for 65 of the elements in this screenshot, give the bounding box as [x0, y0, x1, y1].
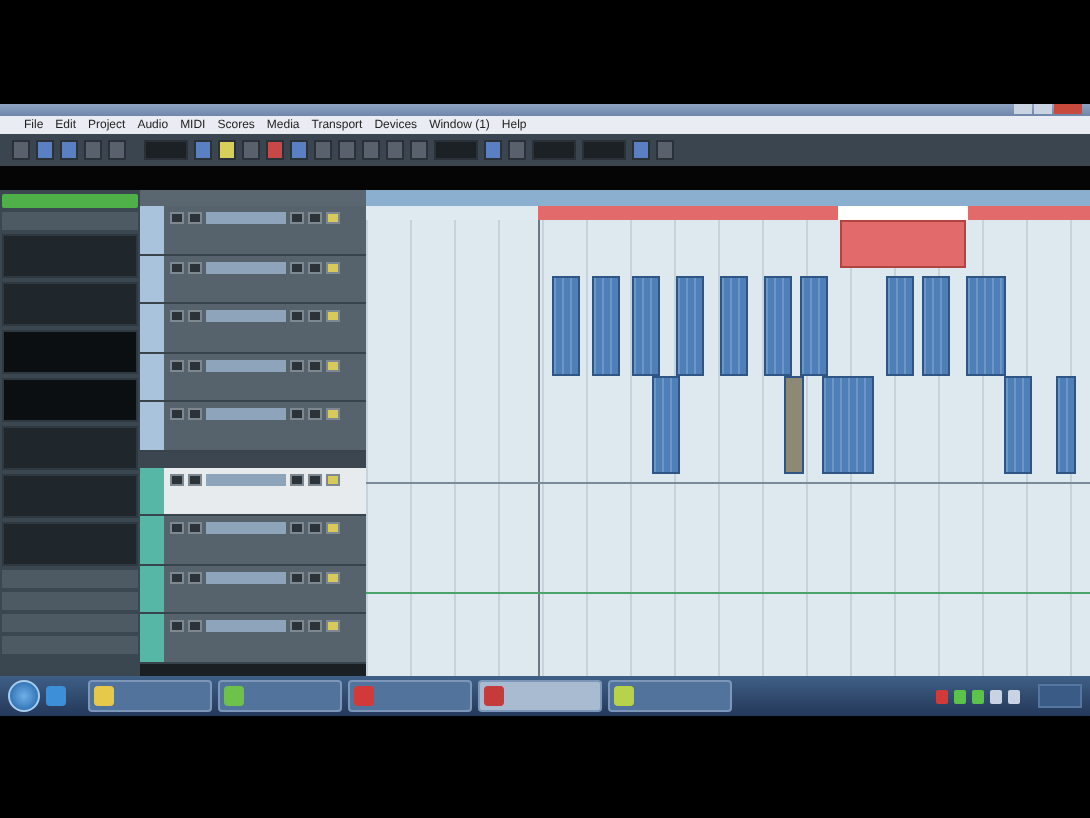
track-row[interactable]: [140, 565, 366, 614]
inspector-slot[interactable]: [2, 522, 138, 566]
mute-button[interactable]: [170, 473, 184, 485]
track-name-field[interactable]: [206, 571, 286, 583]
audio-part[interactable]: [886, 276, 914, 376]
track-row[interactable]: [140, 206, 366, 255]
write-button[interactable]: [326, 408, 340, 420]
track-row[interactable]: [140, 304, 366, 353]
audio-part[interactable]: [592, 276, 620, 376]
track-name-field[interactable]: [206, 408, 286, 420]
audio-part[interactable]: [552, 276, 580, 376]
inspector-slot[interactable]: [2, 378, 138, 422]
track-row[interactable]: [140, 353, 366, 402]
track-name-field[interactable]: [206, 620, 286, 632]
audio-part[interactable]: [632, 276, 660, 376]
audio-part[interactable]: [652, 376, 680, 474]
marker-bar[interactable]: [538, 206, 838, 220]
track-name-field[interactable]: [206, 261, 286, 273]
audio-part[interactable]: [1004, 376, 1032, 474]
marker-gap: [838, 206, 968, 220]
track-row[interactable]: [140, 516, 366, 565]
solo-button[interactable]: [188, 473, 202, 485]
audio-part[interactable]: [800, 276, 828, 376]
track-name-field[interactable]: [206, 359, 286, 371]
taskbar-button[interactable]: [348, 680, 472, 712]
browser-icon[interactable]: [46, 686, 66, 706]
track-name-field[interactable]: [206, 473, 286, 485]
track-row[interactable]: [140, 467, 366, 516]
write-button[interactable]: [326, 620, 340, 632]
marker-popup[interactable]: [840, 220, 966, 268]
audio-part[interactable]: [966, 276, 1006, 376]
audio-part[interactable]: [822, 376, 874, 474]
taskbar-button[interactable]: [608, 680, 732, 712]
track-name-field[interactable]: [206, 522, 286, 534]
write-button[interactable]: [326, 359, 340, 371]
record-button[interactable]: [290, 473, 304, 485]
inspector-slot[interactable]: [2, 426, 138, 470]
inspector-slot[interactable]: [2, 282, 138, 326]
audio-part[interactable]: [1056, 376, 1076, 474]
audio-part[interactable]: [784, 376, 804, 474]
write-button[interactable]: [326, 522, 340, 534]
monitor-button[interactable]: [308, 473, 322, 485]
taskbar-button[interactable]: [218, 680, 342, 712]
taskbar-button[interactable]: [88, 680, 212, 712]
write-button[interactable]: [326, 212, 340, 224]
track-name-field[interactable]: [206, 310, 286, 322]
taskbar-button[interactable]: [478, 680, 602, 712]
track-row[interactable]: [140, 255, 366, 304]
inspector-slot[interactable]: [2, 330, 138, 374]
write-button[interactable]: [326, 571, 340, 583]
marker-bar[interactable]: [968, 206, 1090, 220]
audio-part[interactable]: [764, 276, 792, 376]
clock-area[interactable]: [1038, 684, 1082, 708]
arrange-grid[interactable]: [366, 220, 1090, 676]
inspector-slot[interactable]: [2, 474, 138, 518]
start-button[interactable]: [8, 680, 40, 712]
audio-part[interactable]: [676, 276, 704, 376]
track-row[interactable]: [140, 402, 366, 451]
inspector-slot[interactable]: [2, 234, 138, 278]
track-name-field[interactable]: [206, 212, 286, 224]
audio-part[interactable]: [720, 276, 748, 376]
audio-part[interactable]: [922, 276, 950, 376]
write-button[interactable]: [326, 261, 340, 273]
track-row[interactable]: [140, 614, 366, 663]
write-button[interactable]: [326, 310, 340, 322]
